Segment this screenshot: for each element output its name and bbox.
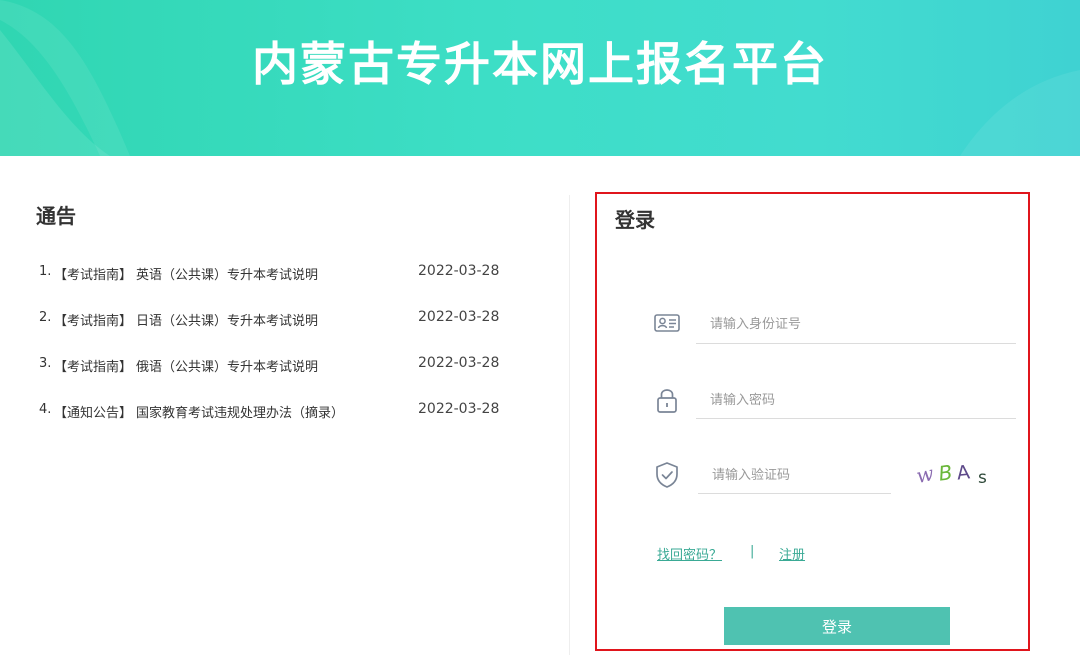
notice-index: 4.	[39, 402, 52, 417]
password-input[interactable]	[710, 388, 1010, 412]
login-panel: 登录 w B A s 找回密码？ | 注册 登录	[595, 192, 1030, 651]
notice-date: 2022-03-28	[418, 401, 500, 417]
password-underline	[696, 418, 1016, 419]
notice-link[interactable]: 日语（公共课）专升本考试说明	[136, 310, 318, 329]
notice-index: 2.	[39, 310, 52, 325]
notice-section: 通告 1. 【考试指南】 英语（公共课）专升本考试说明 2022-03-28 2…	[36, 200, 516, 421]
notice-list: 1. 【考试指南】 英语（公共课）专升本考试说明 2022-03-28 2. 【…	[36, 263, 516, 448]
register-link[interactable]: 注册	[779, 544, 805, 563]
link-separator: |	[750, 544, 755, 559]
notice-index: 1.	[39, 264, 52, 279]
login-heading: 登录	[615, 208, 655, 232]
notice-date: 2022-03-28	[418, 355, 500, 371]
notice-item[interactable]: 3. 【考试指南】 俄语（公共课）专升本考试说明 2022-03-28	[36, 355, 516, 402]
notice-heading: 通告	[36, 204, 76, 228]
id-card-icon	[654, 314, 680, 332]
captcha-char: w	[915, 461, 936, 488]
captcha-char: s	[978, 468, 987, 488]
captcha-image[interactable]: w B A s	[915, 456, 995, 492]
notice-category: 【考试指南】	[54, 268, 133, 283]
notice-link[interactable]: 俄语（公共课）专升本考试说明	[136, 356, 318, 375]
captcha-input[interactable]	[712, 463, 892, 487]
captcha-underline	[698, 493, 891, 494]
notice-category: 【考试指南】	[54, 360, 133, 375]
shield-check-icon	[656, 462, 678, 488]
notice-item[interactable]: 4. 【通知公告】 国家教育考试违规处理办法（摘录） 2022-03-28	[36, 401, 516, 448]
captcha-char: B	[937, 460, 954, 486]
id-number-input[interactable]	[710, 312, 1010, 336]
notice-item[interactable]: 2. 【考试指南】 日语（公共课）专升本考试说明 2022-03-28	[36, 309, 516, 356]
notice-category: 【通知公告】	[54, 406, 133, 421]
lock-icon	[657, 389, 677, 413]
notice-link[interactable]: 英语（公共课）专升本考试说明	[136, 264, 318, 283]
notice-category: 【考试指南】	[54, 314, 133, 329]
id-number-underline	[696, 343, 1016, 344]
notice-date: 2022-03-28	[418, 263, 500, 279]
notice-date: 2022-03-28	[418, 309, 500, 325]
notice-index: 3.	[39, 356, 52, 371]
page-title: 内蒙古专升本网上报名平台	[252, 37, 828, 91]
captcha-char: A	[956, 461, 971, 484]
notice-item[interactable]: 1. 【考试指南】 英语（公共课）专升本考试说明 2022-03-28	[36, 263, 516, 310]
login-button[interactable]: 登录	[724, 607, 950, 645]
forgot-password-link[interactable]: 找回密码？	[657, 548, 722, 563]
section-divider	[569, 195, 570, 655]
header-banner: 内蒙古专升本网上报名平台	[0, 0, 1080, 156]
notice-link[interactable]: 国家教育考试违规处理办法（摘录）	[136, 402, 344, 421]
account-links: 找回密码？ | 注册	[657, 544, 805, 563]
